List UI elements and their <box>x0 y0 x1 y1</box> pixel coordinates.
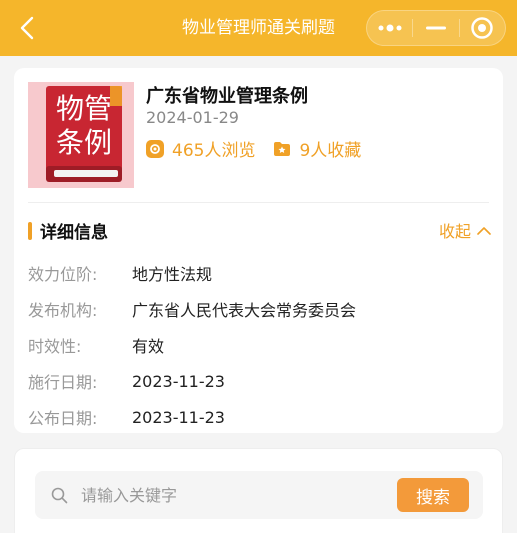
details-title: 详细信息 <box>40 223 108 243</box>
document-date: 2024-01-29 <box>146 108 239 127</box>
collapse-label: 收起 <box>438 222 471 241</box>
more-dots-icon <box>378 24 402 32</box>
views-stat: 465人浏览 <box>146 136 255 161</box>
document-cover: 物管 条例 <box>28 82 134 188</box>
book-icon: 物管 条例 <box>46 86 122 182</box>
details-header: 详细信息 <box>28 218 108 243</box>
target-circle-icon <box>471 17 494 39</box>
minimize-button[interactable] <box>413 11 458 45</box>
svg-text:条例: 条例 <box>56 126 112 159</box>
document-title: 广东省物业管理条例 <box>146 86 308 107</box>
search-card: 搜索 <box>14 448 503 533</box>
section-accent-bar <box>28 221 32 240</box>
detail-label: 公布日期: <box>28 409 98 428</box>
svg-text:物管: 物管 <box>56 92 112 125</box>
favorites-count: 9人收藏 <box>299 141 362 161</box>
chevron-up-icon <box>477 226 491 235</box>
document-stats: 465人浏览 9人收藏 <box>146 136 361 161</box>
detail-value: 地方性法规 <box>132 265 213 284</box>
detail-row-effective-date: 施行日期: 2023-11-23 <box>28 363 356 399</box>
views-icon <box>146 139 164 158</box>
document-info-card: 物管 条例 广东省物业管理条例 2024-01-29 465人浏览 9人收藏 详… <box>14 68 503 433</box>
favorite-folder-icon <box>274 141 291 156</box>
minimize-icon <box>425 26 446 30</box>
detail-label: 发布机构: <box>28 301 98 320</box>
mini-program-capsule <box>366 10 506 46</box>
detail-value: 2023-11-23 <box>132 407 225 427</box>
detail-label: 效力位阶: <box>28 265 98 284</box>
search-input[interactable] <box>81 471 381 519</box>
more-button[interactable] <box>367 11 412 45</box>
detail-row-issuer: 发布机构: 广东省人民代表大会常务委员会 <box>28 291 356 327</box>
detail-value: 有效 <box>132 337 165 356</box>
collapse-button[interactable]: 收起 <box>439 218 491 242</box>
search-bar: 搜索 <box>35 471 483 519</box>
details-list: 效力位阶: 地方性法规 发布机构: 广东省人民代表大会常务委员会 时效性: 有效… <box>28 255 356 435</box>
views-count: 465人浏览 <box>172 141 256 161</box>
close-button[interactable] <box>460 11 505 45</box>
detail-row-publish-date: 公布日期: 2023-11-23 <box>28 399 356 435</box>
search-icon <box>51 487 68 504</box>
detail-value: 2023-11-23 <box>132 371 225 391</box>
detail-label: 时效性: <box>28 337 82 356</box>
top-navbar: 物业管理师通关刷题 <box>0 0 517 56</box>
detail-row-validity: 时效性: 有效 <box>28 327 356 363</box>
search-button[interactable]: 搜索 <box>397 478 469 512</box>
detail-label: 施行日期: <box>28 373 98 392</box>
detail-row-level: 效力位阶: 地方性法规 <box>28 255 356 291</box>
detail-value: 广东省人民代表大会常务委员会 <box>132 301 357 320</box>
favorites-stat[interactable]: 9人收藏 <box>273 136 361 161</box>
divider <box>28 202 489 203</box>
